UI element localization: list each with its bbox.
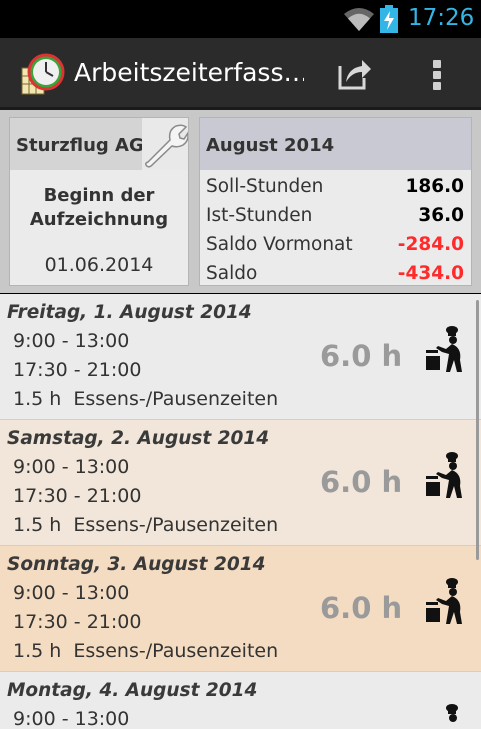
company-card[interactable]: Sturzflug AG Beginn der Aufzeichnung 01.… [9, 117, 189, 286]
time-range: 9:00 - 13:00 [13, 582, 130, 604]
share-icon[interactable] [334, 54, 374, 94]
stat-label: Soll-Stunden [206, 176, 324, 197]
wrench-icon[interactable] [142, 118, 188, 170]
day-item[interactable]: Sonntag, 3. August 2014 9:00 - 13:00 17:… [0, 546, 481, 672]
stat-value: 186.0 [405, 176, 464, 197]
time-range: 9:00 - 13:00 [13, 708, 130, 729]
stat-value: 36.0 [418, 205, 464, 226]
day-title: Freitag, 1. August 2014 [7, 302, 252, 323]
stat-row-saldo: Saldo -434.0 [206, 259, 464, 288]
beginn-label-line1: Beginn der [43, 185, 155, 206]
pause-label: Essens-/Pausenzeiten [73, 640, 279, 662]
status-bar: 17:26 [0, 0, 481, 38]
month-header: August 2014 [200, 118, 471, 170]
month-card[interactable]: August 2014 Soll-Stunden 186.0 Ist-Stund… [199, 117, 472, 286]
pause-info: 1.5 h Essens-/Pausenzeiten [13, 514, 278, 536]
beginn-label-line2: Aufzeichnung [29, 209, 169, 230]
stat-row-saldo-vormonat: Saldo Vormonat -284.0 [206, 230, 464, 259]
wifi-icon [344, 8, 374, 31]
stat-label: Saldo Vormonat [206, 234, 353, 255]
day-item[interactable]: Freitag, 1. August 2014 9:00 - 13:00 17:… [0, 294, 481, 420]
app-title: Arbeitszeiterfass… [74, 58, 304, 87]
pause-hours: 1.5 h [13, 640, 62, 662]
day-total-hours: 6.0 h [320, 465, 403, 499]
action-bar: Arbeitszeiterfass… [0, 38, 481, 110]
time-range: 9:00 - 13:00 [13, 330, 130, 352]
pause-label: Essens-/Pausenzeiten [73, 514, 279, 536]
day-title: Montag, 4. August 2014 [7, 680, 258, 701]
company-header: Sturzflug AG [10, 118, 188, 170]
day-item[interactable]: Samstag, 2. August 2014 9:00 - 13:00 17:… [0, 420, 481, 546]
beginn-label: Beginn der Aufzeichnung [10, 184, 188, 232]
chef-cooking-icon [426, 578, 462, 624]
pause-hours: 1.5 h [13, 514, 62, 536]
day-item[interactable]: Montag, 4. August 2014 9:00 - 13:00 [0, 672, 481, 729]
company-name: Sturzflug AG [16, 135, 144, 156]
chef-cooking-icon [426, 326, 462, 372]
month-title: August 2014 [206, 135, 335, 156]
stat-row-ist: Ist-Stunden 36.0 [206, 201, 464, 230]
overflow-menu-icon[interactable] [425, 54, 449, 94]
day-title: Sonntag, 3. August 2014 [7, 554, 266, 575]
time-range: 17:30 - 21:00 [13, 485, 142, 507]
summary-panel: Sturzflug AG Beginn der Aufzeichnung 01.… [0, 110, 481, 293]
pause-hours: 1.5 h [13, 388, 62, 410]
status-time: 17:26 [408, 5, 475, 31]
day-title: Samstag, 2. August 2014 [7, 428, 270, 449]
pause-info: 1.5 h Essens-/Pausenzeiten [13, 640, 278, 662]
app-clock-calendar-icon[interactable] [20, 52, 66, 98]
stat-value: -284.0 [397, 234, 464, 255]
day-total-hours: 6.0 h [320, 339, 403, 373]
chef-cooking-icon [446, 704, 458, 722]
battery-charging-icon [380, 5, 398, 33]
stat-value: -434.0 [397, 263, 464, 284]
beginn-date: 01.06.2014 [44, 254, 154, 276]
stat-label: Ist-Stunden [206, 205, 313, 226]
chef-cooking-icon [426, 452, 462, 498]
time-range: 9:00 - 13:00 [13, 456, 130, 478]
stat-row-soll: Soll-Stunden 186.0 [206, 172, 464, 201]
scrollbar[interactable] [476, 300, 479, 560]
day-total-hours: 6.0 h [320, 591, 403, 625]
pause-label: Essens-/Pausenzeiten [73, 388, 279, 410]
pause-info: 1.5 h Essens-/Pausenzeiten [13, 388, 278, 410]
stat-label: Saldo [206, 263, 258, 284]
time-range: 17:30 - 21:00 [13, 359, 142, 381]
time-range: 17:30 - 21:00 [13, 611, 142, 633]
